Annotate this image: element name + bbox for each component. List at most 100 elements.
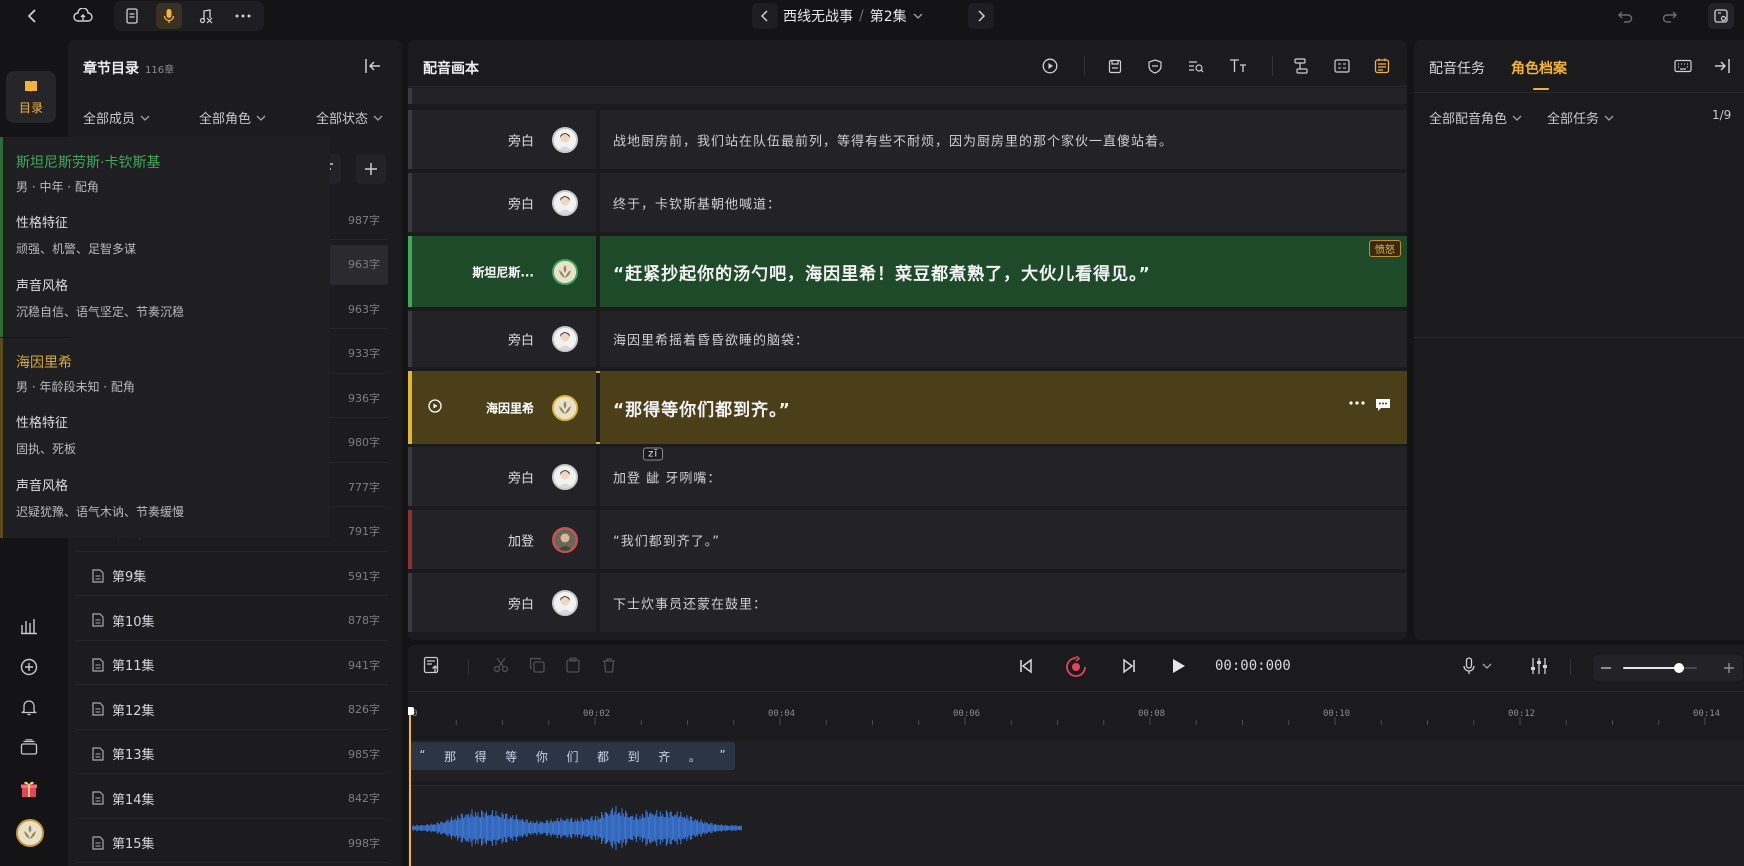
play-icon[interactable] xyxy=(1172,658,1186,674)
copy-icon[interactable] xyxy=(529,657,545,673)
find-replace-icon[interactable] xyxy=(1188,59,1204,74)
role-card[interactable]: 斯坦尼斯劳斯·卡钦斯基 男 · 中年 · 配角 性格特征 顽强、机警、足智多谋 … xyxy=(0,137,330,337)
role-avatar[interactable] xyxy=(552,258,578,285)
add-circle-icon[interactable] xyxy=(20,658,38,676)
cloud-upload-icon[interactable] xyxy=(70,3,96,29)
prev-episode-button[interactable] xyxy=(752,3,778,29)
comment-icon[interactable] xyxy=(1375,398,1391,412)
document-icon[interactable] xyxy=(119,3,145,29)
undo-icon[interactable] xyxy=(1612,3,1638,29)
line-role-cell[interactable]: 旁白 xyxy=(408,173,596,232)
subtitle-clip[interactable]: “ 那 得 等 你 们 都 到 齐 。 ” xyxy=(410,742,735,770)
filter-status-dropdown[interactable]: 全部状态 xyxy=(316,108,383,127)
line-text-cell[interactable]: 加登 zī 龇 牙咧嘴： xyxy=(600,447,1407,506)
script-line[interactable]: 斯坦尼斯... “赶紧抄起你的汤勺吧，海因里希！菜豆都煮熟了，大伙儿看得见。” 愤怒 xyxy=(408,236,1407,307)
layers-icon[interactable] xyxy=(20,739,38,755)
line-role-cell[interactable]: 加登 xyxy=(408,510,596,569)
line-text[interactable]: 终于，卡钦斯基朝他喊道： xyxy=(613,193,781,212)
chapter-item[interactable]: 第9集 591字 xyxy=(75,556,388,596)
skip-forward-icon[interactable] xyxy=(1122,658,1136,674)
chapter-item[interactable]: 第13集 985字 xyxy=(75,734,388,774)
tab-dubbing-tasks[interactable]: 配音任务 xyxy=(1429,58,1485,78)
episode-selector[interactable]: 第2集 xyxy=(870,6,907,26)
line-text[interactable]: 战地厨房前，我们站在队伍最前列，等得有些不耐烦，因为厨房里的那个家伙一直傻站着。 xyxy=(613,130,1173,149)
stats-icon[interactable] xyxy=(20,617,38,635)
line-role-cell[interactable]: 旁白 xyxy=(408,311,596,367)
line-role-cell[interactable]: 海因里希 xyxy=(408,371,596,444)
collapse-panel-icon[interactable] xyxy=(364,58,382,74)
settings-panel-icon[interactable] xyxy=(1708,3,1734,29)
expand-panel-icon[interactable] xyxy=(1713,58,1731,74)
line-text[interactable]: “我们都到齐了。” xyxy=(613,530,720,549)
mic-selector[interactable] xyxy=(1462,657,1492,675)
role-avatar[interactable] xyxy=(552,589,578,616)
chapter-item[interactable]: 第14集 842字 xyxy=(75,779,388,819)
user-avatar[interactable] xyxy=(16,819,44,847)
shield-icon[interactable] xyxy=(1148,59,1162,74)
line-text-cell[interactable]: 终于，卡钦斯基朝他喊道： xyxy=(600,173,1407,232)
line-text-cell[interactable]: 下士炊事员还蒙在鼓里： xyxy=(600,573,1407,632)
role-avatar[interactable] xyxy=(552,326,578,352)
filter-roles-dropdown[interactable]: 全部角色 xyxy=(199,108,266,127)
zoom-thumb[interactable] xyxy=(1673,663,1684,673)
notes-icon[interactable] xyxy=(1374,58,1390,74)
role-avatar[interactable] xyxy=(552,526,578,553)
tab-role-profiles[interactable]: 角色档案 xyxy=(1511,58,1567,78)
zoom-slider[interactable] xyxy=(1623,663,1697,673)
line-text[interactable]: “那得等你们都到齐。” xyxy=(613,395,791,420)
emotion-tag[interactable]: 愤怒 xyxy=(1369,240,1401,257)
record-icon[interactable] xyxy=(1065,656,1087,678)
playhead[interactable] xyxy=(409,707,411,866)
play-circle-icon[interactable] xyxy=(1042,58,1058,74)
role-avatar[interactable] xyxy=(552,126,578,153)
caption-icon[interactable] xyxy=(1334,59,1350,73)
chevron-down-icon[interactable] xyxy=(913,12,923,20)
delete-icon[interactable] xyxy=(601,657,617,673)
line-text[interactable]: 下士炊事员还蒙在鼓里： xyxy=(613,593,767,612)
more-icon[interactable] xyxy=(1349,401,1365,405)
chapter-item[interactable]: 第11集 941字 xyxy=(75,645,388,685)
script-line[interactable]: 加登 “我们都到齐了。” xyxy=(408,510,1407,569)
audio-waveform[interactable] xyxy=(412,795,742,861)
line-text-cell[interactable]: 海因里希摇着昏昏欲睡的脑袋： xyxy=(600,311,1407,367)
cut-icon[interactable] xyxy=(493,657,509,673)
line-text-cell[interactable]: “我们都到齐了。” xyxy=(600,510,1407,569)
role-avatar[interactable] xyxy=(552,189,578,216)
chapter-item[interactable]: 第15集 998字 xyxy=(75,823,388,863)
role-card[interactable]: 海因里希 男 · 年龄段未知 · 配角 性格特征 固执、死板 声音风格 迟疑犹豫… xyxy=(0,338,330,538)
filter-members-dropdown[interactable]: 全部成员 xyxy=(83,108,150,127)
line-role-cell[interactable]: 旁白 xyxy=(408,110,596,169)
flow-icon[interactable] xyxy=(1294,58,1308,75)
line-text-cell[interactable]: “那得等你们都到齐。” xyxy=(600,371,1407,444)
role-avatar[interactable] xyxy=(552,463,578,490)
script-line[interactable]: 旁白 加登 zī 龇 牙咧嘴： xyxy=(408,447,1407,506)
line-text-cell[interactable]: “赶紧抄起你的汤勺吧，海因里希！菜豆都煮熟了，大伙儿看得见。” 愤怒 xyxy=(600,236,1407,307)
skip-back-icon[interactable] xyxy=(1019,658,1033,674)
role-avatar[interactable] xyxy=(552,394,578,421)
bell-icon[interactable] xyxy=(21,698,37,716)
filter-tasks-dropdown[interactable]: 全部任务 xyxy=(1547,108,1614,127)
chapter-item[interactable]: 第10集 878字 xyxy=(75,601,388,641)
music-off-icon[interactable] xyxy=(193,3,219,29)
next-episode-button[interactable] xyxy=(968,3,994,29)
rail-item-catalog[interactable]: 目录 xyxy=(6,71,56,123)
font-size-icon[interactable] xyxy=(1229,58,1247,73)
mixer-icon[interactable] xyxy=(1530,657,1548,675)
script-line[interactable]: 旁白 下士炊事员还蒙在鼓里： xyxy=(408,573,1407,632)
line-text-cell[interactable]: 战地厨房前，我们站在队伍最前列，等得有些不耐烦，因为厨房里的那个家伙一直傻站着。 xyxy=(600,110,1407,169)
script-line[interactable]: 旁白 终于，卡钦斯基朝他喊道： xyxy=(408,173,1407,232)
zoom-out-icon[interactable] xyxy=(1601,667,1611,669)
import-text-icon[interactable] xyxy=(423,656,441,674)
chapter-item[interactable]: 第12集 826字 xyxy=(75,690,388,730)
back-icon[interactable] xyxy=(20,3,46,29)
gift-icon[interactable] xyxy=(20,780,38,798)
save-icon[interactable] xyxy=(1108,59,1122,74)
line-text[interactable]: 加登 zī 龇 牙咧嘴： xyxy=(613,447,721,486)
line-text[interactable]: “赶紧抄起你的汤勺吧，海因里希！菜豆都煮熟了，大伙儿看得见。” xyxy=(613,259,1151,284)
pinyin-tag[interactable]: zī xyxy=(643,447,664,460)
line-role-cell[interactable]: 旁白 xyxy=(408,573,596,632)
line-role-cell[interactable]: 旁白 xyxy=(408,447,596,506)
add-chapter-button[interactable] xyxy=(356,154,386,184)
script-line[interactable]: 海因里希 “那得等你们都到齐。” xyxy=(408,371,1407,444)
microphone-icon[interactable] xyxy=(156,3,182,29)
